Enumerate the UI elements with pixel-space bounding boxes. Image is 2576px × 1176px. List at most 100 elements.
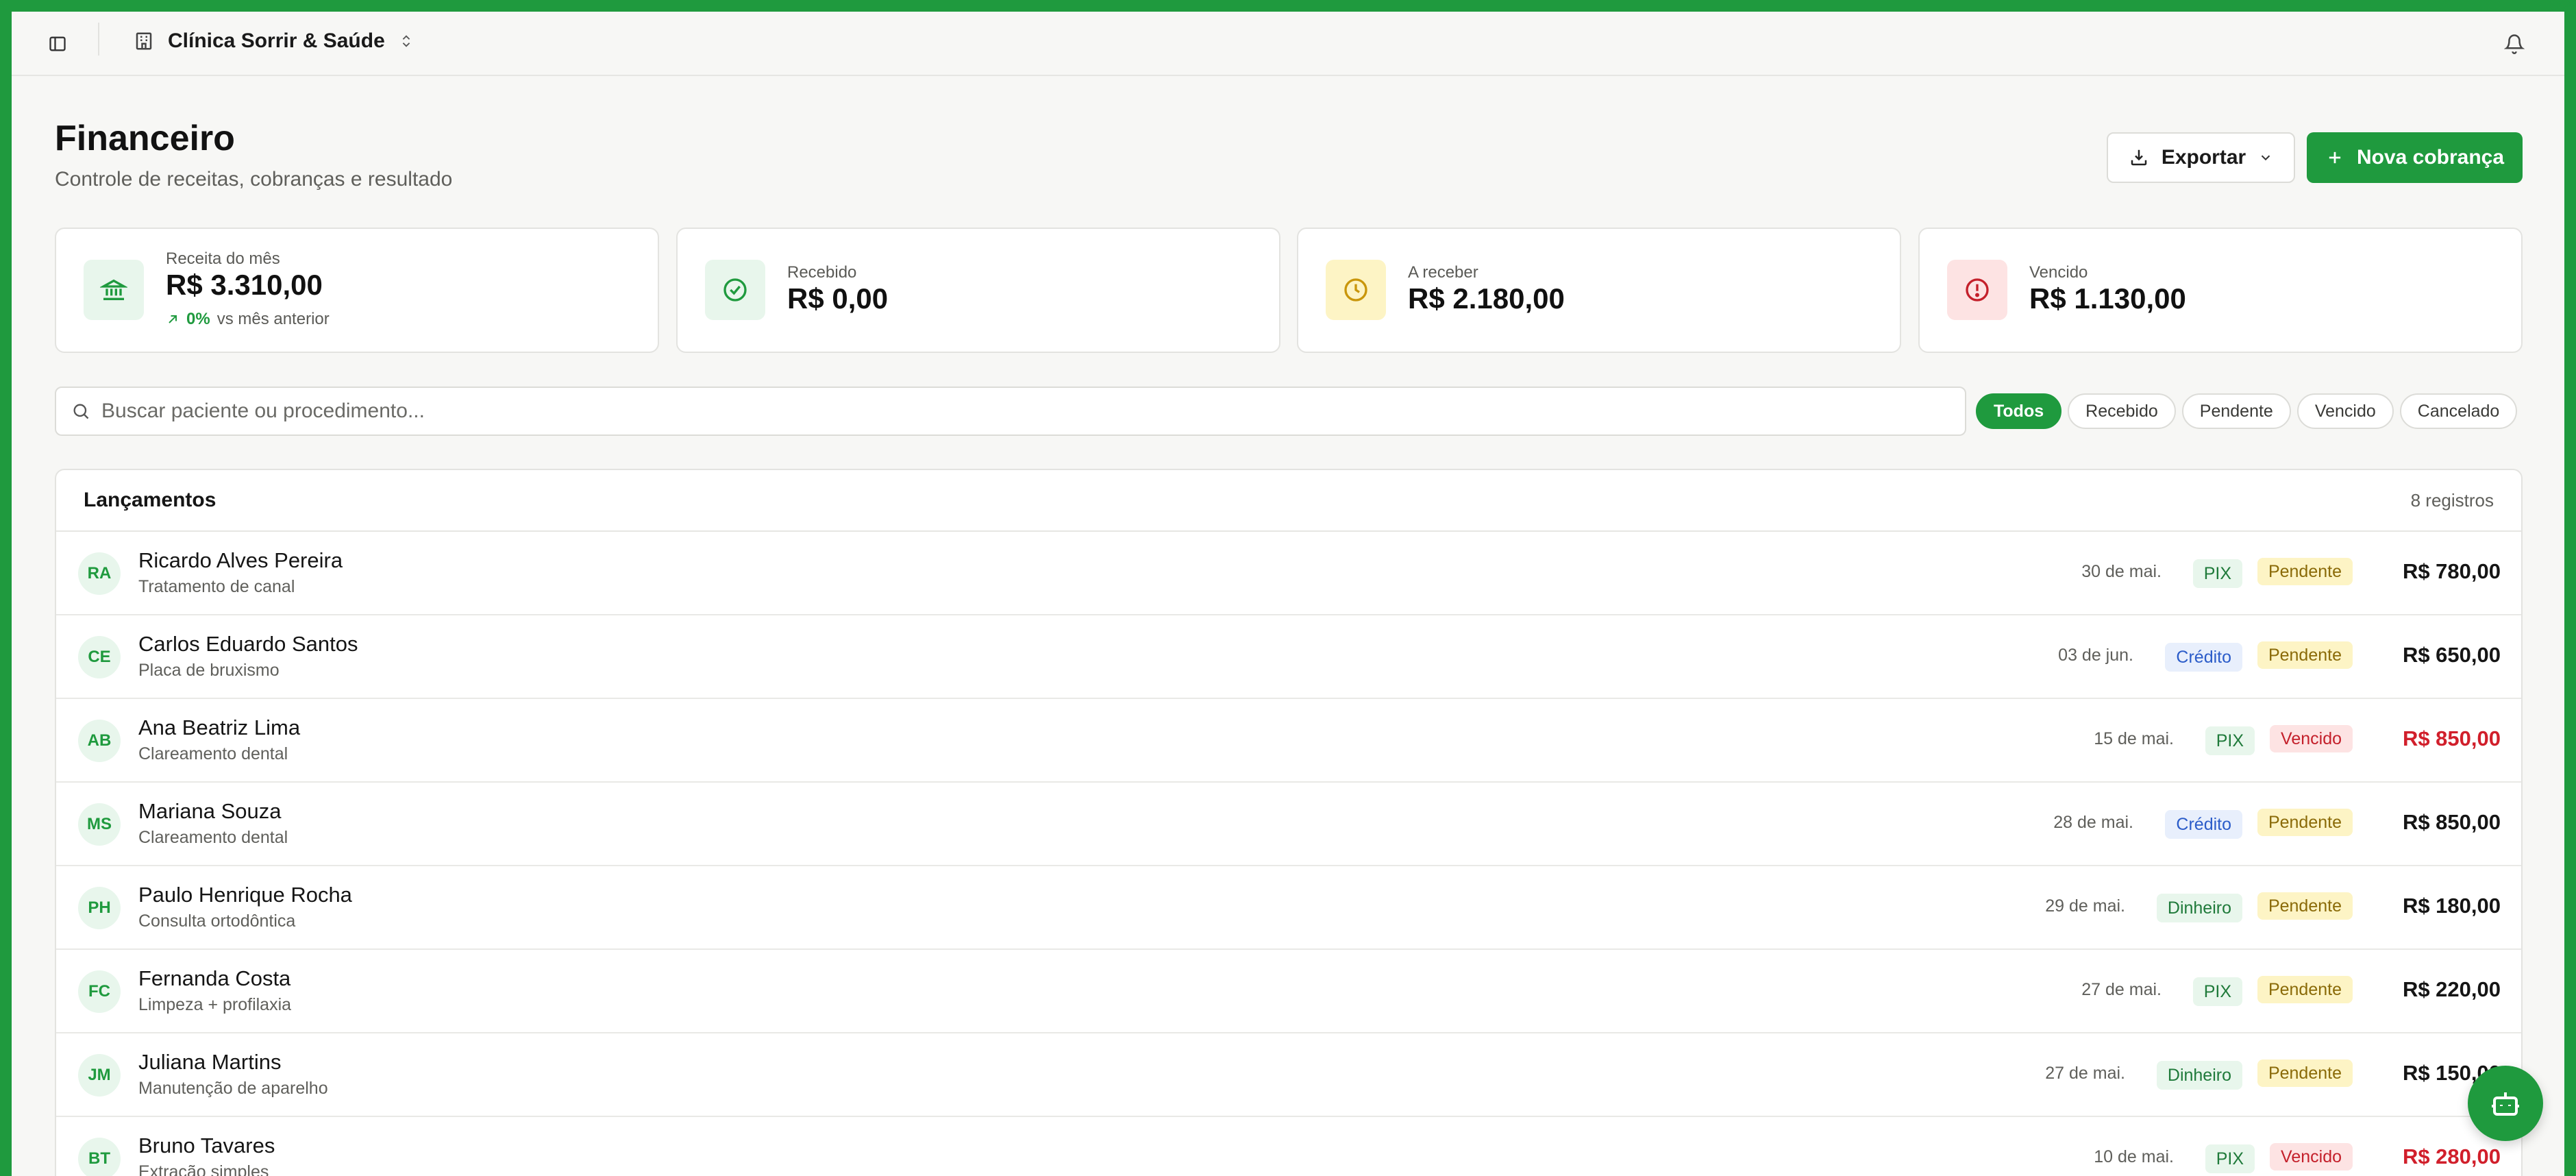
export-label: Exportar (2161, 146, 2246, 169)
payment-method-badge: Crédito (2165, 810, 2242, 839)
patient-name: Ricardo Alves Pereira (138, 548, 343, 572)
table-row[interactable]: MS Mariana Souza Clareamento dental 28 d… (56, 783, 2521, 866)
status-badge: Pendente (2257, 976, 2353, 1003)
procedure: Limpeza + profilaxia (138, 995, 292, 1014)
table-row[interactable]: AB Ana Beatriz Lima Clareamento dental 1… (56, 699, 2521, 783)
avatar: FC (78, 970, 121, 1013)
stat-label: Recebido (787, 263, 857, 282)
stat-card-revenue: Receita do mês R$ 3.310,00 0% vs mês ant… (55, 228, 659, 353)
due-date: 03 de jun. (2058, 646, 2133, 665)
payment-method-badge: Dinheiro (2156, 1061, 2242, 1090)
procedure: Consulta ortodôntica (138, 911, 296, 931)
due-date: 29 de mai. (2045, 896, 2125, 916)
stat-trend: 0% vs mês anterior (166, 310, 330, 329)
table-row[interactable]: BT Bruno Tavares Extração simples 10 de … (56, 1117, 2521, 1176)
stat-label: A receber (1408, 263, 1478, 282)
divider (98, 23, 99, 56)
stat-label: Vencido (2029, 263, 2088, 282)
avatar: RA (78, 552, 121, 595)
clock-icon (1326, 260, 1386, 320)
avatar: BT (78, 1138, 121, 1176)
due-date: 10 de mai. (2094, 1147, 2174, 1166)
stat-card-received: Recebido R$ 0,00 (676, 228, 1280, 353)
patient-name: Bruno Tavares (138, 1134, 275, 1157)
check-circle-icon (705, 260, 765, 320)
bot-icon (2492, 1092, 2519, 1116)
amount: R$ 280,00 (2402, 1144, 2501, 1168)
patient-name: Paulo Henrique Rocha (138, 883, 352, 907)
bank-icon (84, 260, 144, 320)
export-button[interactable]: Exportar (2107, 132, 2295, 183)
due-date: 27 de mai. (2045, 1064, 2125, 1083)
search-icon (73, 404, 89, 419)
procedure: Clareamento dental (138, 744, 288, 763)
status-badge: Pendente (2257, 1059, 2353, 1087)
stat-label: Receita do mês (166, 249, 280, 268)
status-badge: Vencido (2270, 1143, 2353, 1171)
avatar: CE (78, 636, 121, 678)
filter-todos[interactable]: Todos (1976, 393, 2062, 429)
stat-value: R$ 2.180,00 (1408, 282, 1565, 315)
trend-up-icon (169, 315, 177, 323)
procedure: Manutenção de aparelho (138, 1079, 328, 1098)
due-date: 27 de mai. (2081, 980, 2162, 999)
procedure: Clareamento dental (138, 828, 288, 847)
status-badge: Pendente (2257, 809, 2353, 836)
amount: R$ 850,00 (2402, 810, 2501, 834)
filter-vencido[interactable]: Vencido (2296, 393, 2394, 429)
top-bar: Clínica Sorrir & Saúde (12, 12, 2564, 76)
page-title: Financeiro (55, 119, 235, 158)
amount: R$ 220,00 (2402, 977, 2501, 1001)
clinic-switcher[interactable]: Clínica Sorrir & Saúde (134, 29, 414, 53)
page-subtitle: Controle de receitas, cobranças e result… (55, 168, 453, 191)
chevron-down-icon (2261, 155, 2270, 161)
avatar: JM (78, 1054, 121, 1097)
amount: R$ 780,00 (2402, 559, 2501, 583)
stat-value: R$ 1.130,00 (2029, 282, 2186, 315)
patient-name: Ana Beatriz Lima (138, 715, 301, 739)
filter-recebido[interactable]: Recebido (2068, 393, 2176, 429)
payment-method-badge: PIX (2192, 559, 2242, 588)
sidebar-toggle-icon[interactable] (45, 31, 71, 57)
amount: R$ 850,00 (2402, 726, 2501, 750)
filter-cancelado[interactable]: Cancelado (2399, 393, 2518, 429)
payment-method-badge: Crédito (2165, 643, 2242, 672)
table-row[interactable]: JM Juliana Martins Manutenção de aparelh… (56, 1033, 2521, 1117)
payment-method-badge: PIX (2205, 726, 2255, 755)
due-date: 15 de mai. (2094, 729, 2174, 748)
table-body: RA Ricardo Alves Pereira Tratamento de c… (56, 532, 2521, 1176)
amount: R$ 180,00 (2402, 894, 2501, 918)
patient-name: Fernanda Costa (138, 966, 291, 990)
download-icon (2131, 149, 2147, 166)
procedure: Extração simples (138, 1162, 269, 1176)
stat-value: R$ 3.310,00 (166, 269, 323, 301)
search-input[interactable] (101, 400, 1883, 423)
filter-pendente[interactable]: Pendente (2181, 393, 2291, 429)
stat-value: R$ 0,00 (787, 282, 889, 315)
table-row[interactable]: PH Paulo Henrique Rocha Consulta ortodôn… (56, 866, 2521, 950)
table-row[interactable]: FC Fernanda Costa Limpeza + profilaxia 2… (56, 950, 2521, 1033)
stat-card-receivable: A receber R$ 2.180,00 (1297, 228, 1901, 353)
amount: R$ 650,00 (2402, 643, 2501, 667)
payment-method-badge: PIX (2192, 977, 2242, 1006)
app-frame: Clínica Sorrir & Saúde Financeiro Contro… (12, 12, 2564, 1176)
building-icon (136, 32, 152, 50)
notifications-bell-icon[interactable] (2501, 31, 2527, 57)
search-box[interactable] (55, 387, 1966, 436)
table-row[interactable]: CE Carlos Eduardo Santos Placa de bruxis… (56, 615, 2521, 699)
stat-card-overdue: Vencido R$ 1.130,00 (1918, 228, 2523, 353)
procedure: Tratamento de canal (138, 577, 295, 596)
patient-name: Mariana Souza (138, 799, 282, 823)
clinic-name: Clínica Sorrir & Saúde (168, 29, 385, 52)
table-header: Lançamentos 8 registros (56, 470, 2521, 532)
avatar: AB (78, 720, 121, 762)
assistant-bot-button[interactable] (2468, 1066, 2543, 1141)
avatar: MS (78, 803, 121, 846)
table-row[interactable]: RA Ricardo Alves Pereira Tratamento de c… (56, 532, 2521, 615)
patient-name: Juliana Martins (138, 1050, 282, 1074)
payment-method-badge: Dinheiro (2156, 894, 2242, 922)
transactions-table: Lançamentos 8 registros RA Ricardo Alves… (55, 469, 2523, 1176)
status-badge: Pendente (2257, 892, 2353, 920)
new-charge-button[interactable]: Nova cobrança (2307, 132, 2523, 183)
status-badge: Pendente (2257, 641, 2353, 669)
